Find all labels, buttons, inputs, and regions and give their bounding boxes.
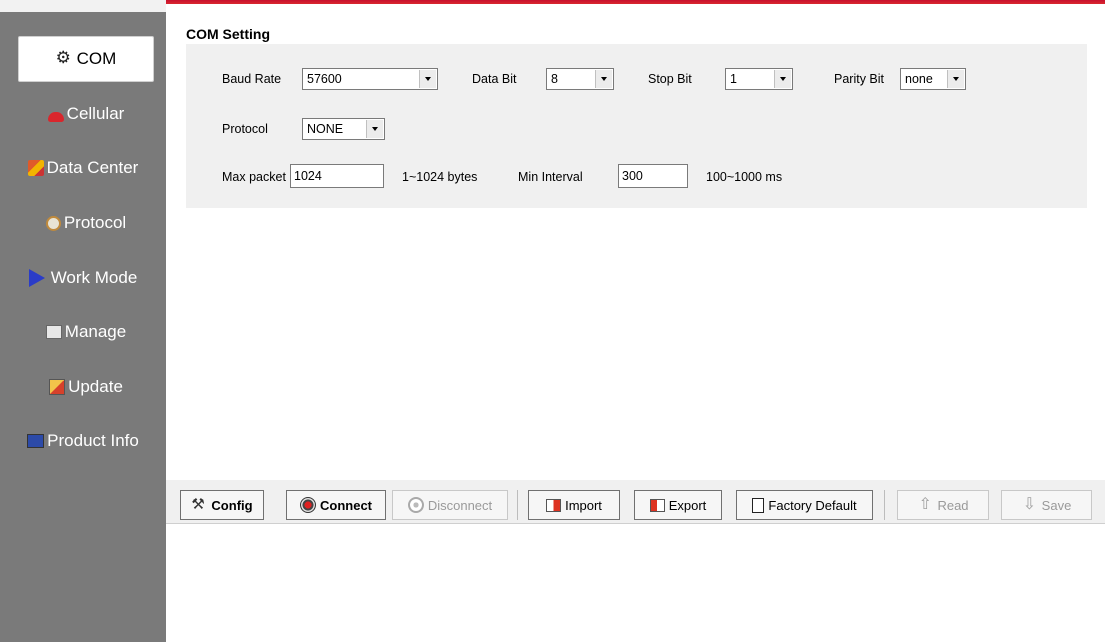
max-packet-range: 1~1024 bytes xyxy=(402,170,478,184)
sidebar-item-label: Protocol xyxy=(63,213,127,232)
chevron-down-icon xyxy=(366,120,383,138)
toolbar-divider xyxy=(884,490,885,520)
min-interval-label: Min Interval xyxy=(518,170,583,184)
log-output-area[interactable] xyxy=(166,525,1105,642)
min-interval-input[interactable]: 300 xyxy=(618,164,688,188)
arrow-down-icon xyxy=(1022,494,1038,514)
min-interval-range: 100~1000 ms xyxy=(706,170,783,184)
sidebar-item-label: Work Mode xyxy=(50,268,138,287)
action-toolbar: Config Connect Disconnect Import Export … xyxy=(166,480,1105,524)
connect-icon xyxy=(300,497,316,513)
stop-bit-label: Stop Bit xyxy=(648,72,692,86)
chevron-down-icon xyxy=(595,70,612,88)
sidebar-item-label: Data Center xyxy=(46,158,139,177)
data-bit-select[interactable]: 8 xyxy=(546,68,614,90)
save-button[interactable]: Save xyxy=(1001,490,1092,520)
sidebar-item-label: Update xyxy=(68,377,123,396)
data-bit-label: Data Bit xyxy=(472,72,517,86)
max-packet-label: Max packet xyxy=(222,170,286,184)
sidebar-item-work-mode[interactable]: Work Mode xyxy=(0,255,166,301)
sidebar-item-com[interactable]: COM xyxy=(18,36,154,82)
chevron-down-icon xyxy=(419,70,436,88)
sidebar-item-manage[interactable]: Manage xyxy=(18,309,154,355)
import-icon xyxy=(546,498,562,512)
main-content: COM Setting Baud Rate 57600 Data Bit 8 S… xyxy=(166,4,1105,642)
disconnect-icon xyxy=(407,497,424,513)
read-button[interactable]: Read xyxy=(897,490,989,520)
export-icon xyxy=(649,498,665,512)
sidebar-item-label: Product Info xyxy=(47,431,139,450)
sidebar-item-cellular[interactable]: Cellular xyxy=(18,91,154,137)
protocol-label: Protocol xyxy=(222,122,268,136)
arrow-up-icon xyxy=(917,494,933,514)
com-port-icon xyxy=(56,48,74,68)
export-button[interactable]: Export xyxy=(634,490,722,520)
parity-bit-select[interactable]: none xyxy=(900,68,966,90)
manage-icon xyxy=(45,325,62,339)
section-title: COM Setting xyxy=(186,26,270,42)
chevron-down-icon xyxy=(947,70,964,88)
data-center-icon xyxy=(27,160,44,176)
sidebar-item-label: COM xyxy=(76,49,117,68)
stop-bit-select[interactable]: 1 xyxy=(725,68,793,90)
parity-bit-label: Parity Bit xyxy=(834,72,885,86)
tools-icon xyxy=(191,495,207,513)
sidebar-item-label: Manage xyxy=(64,322,127,341)
baud-rate-label: Baud Rate xyxy=(222,72,282,86)
document-icon xyxy=(752,497,765,513)
config-button[interactable]: Config xyxy=(180,490,264,520)
sidebar-item-update[interactable]: Update xyxy=(18,364,154,410)
connect-button[interactable]: Connect xyxy=(286,490,386,520)
phone-icon xyxy=(47,112,64,122)
sidebar-item-protocol[interactable]: Protocol xyxy=(18,200,154,246)
baud-rate-select[interactable]: 57600 xyxy=(302,68,438,90)
com-settings-panel: Baud Rate 57600 Data Bit 8 Stop Bit 1 Pa… xyxy=(186,44,1087,208)
max-packet-input[interactable]: 1024 xyxy=(290,164,384,188)
chevron-down-icon xyxy=(774,70,791,88)
sidebar-item-data-center[interactable]: Data Center xyxy=(0,145,166,191)
import-button[interactable]: Import xyxy=(528,490,620,520)
update-icon xyxy=(49,379,66,395)
arrow-icon xyxy=(28,269,45,287)
protocol-icon xyxy=(45,215,61,231)
protocol-select[interactable]: NONE xyxy=(302,118,385,140)
sidebar: COM Cellular Data Center Protocol Work M… xyxy=(0,4,166,642)
disconnect-button[interactable]: Disconnect xyxy=(392,490,508,520)
toolbar-divider xyxy=(517,490,518,520)
sidebar-item-product-info[interactable]: Product Info xyxy=(0,418,166,464)
product-info-icon xyxy=(27,434,45,448)
sidebar-item-label: Cellular xyxy=(66,104,125,123)
factory-default-button[interactable]: Factory Default xyxy=(736,490,873,520)
